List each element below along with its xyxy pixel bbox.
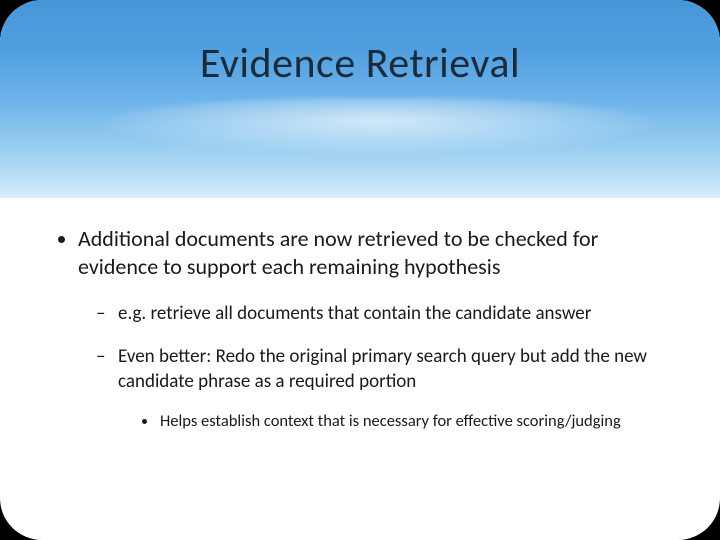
bullet-list-level1: Additional documents are now retrieved t…: [52, 225, 680, 432]
slide-title: Evidence Retrieval: [0, 38, 720, 89]
bullet-text: Additional documents are now retrieved t…: [78, 225, 598, 280]
list-item: e.g. retrieve all documents that contain…: [90, 301, 680, 326]
list-item: Additional documents are now retrieved t…: [52, 225, 680, 432]
bullet-text: e.g. retrieve all documents that contain…: [118, 302, 591, 325]
list-item: Even better: Redo the original primary s…: [90, 344, 680, 432]
bullet-list-level2: e.g. retrieve all documents that contain…: [90, 301, 680, 432]
title-banner: Evidence Retrieval: [0, 0, 720, 198]
list-item: Helps establish context that is necessar…: [136, 411, 680, 432]
bullet-text: Even better: Redo the original primary s…: [118, 345, 647, 393]
slide: Evidence Retrieval Additional documents …: [0, 0, 720, 540]
bullet-list-level3: Helps establish context that is necessar…: [136, 411, 680, 432]
slide-body: Additional documents are now retrieved t…: [52, 225, 680, 454]
bullet-text: Helps establish context that is necessar…: [160, 411, 621, 431]
